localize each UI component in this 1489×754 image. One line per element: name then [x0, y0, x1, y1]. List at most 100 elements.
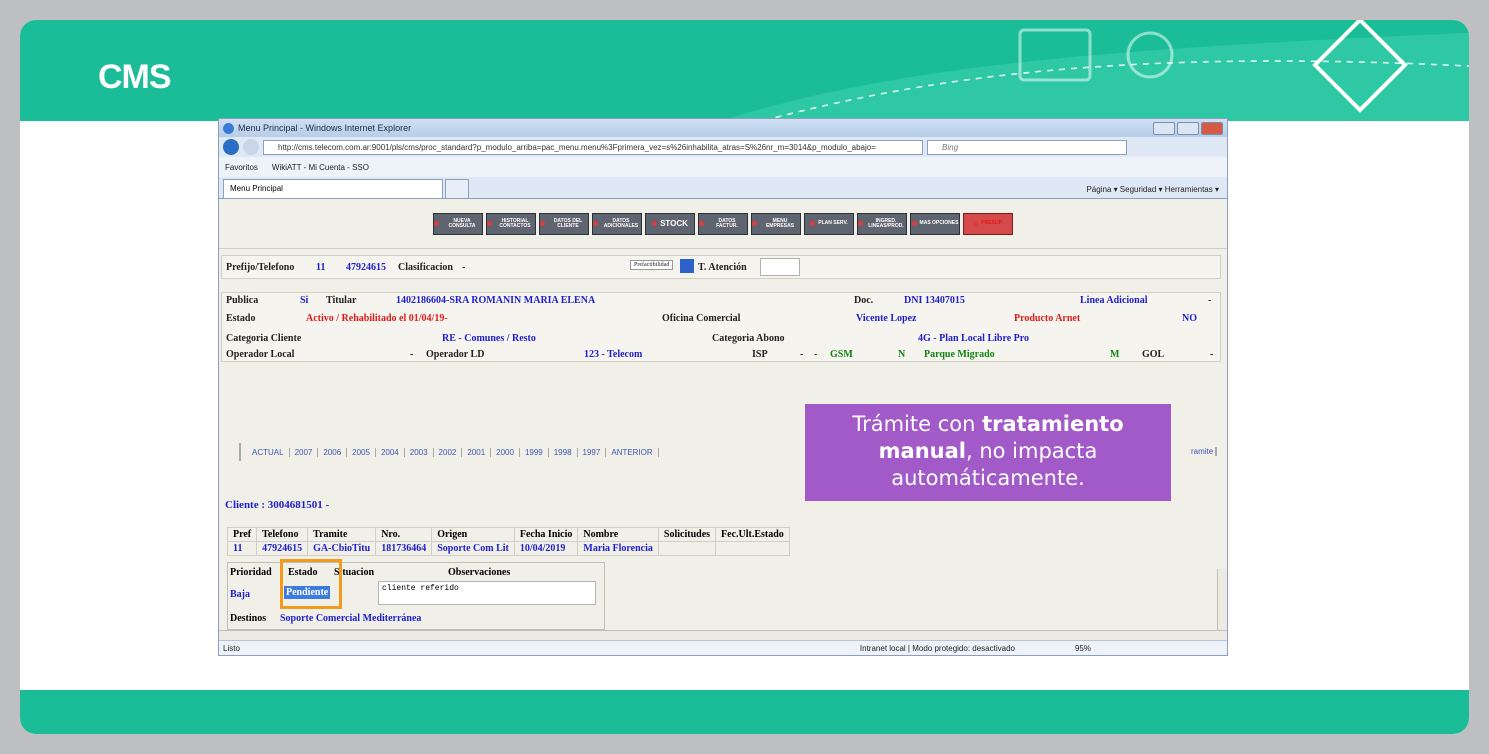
zone-text: Intranet local | Modo protegido: desacti… [859, 644, 1015, 653]
observaciones-textarea[interactable]: cliente referido [378, 581, 596, 605]
favorites-button[interactable]: Favoritos [225, 163, 258, 172]
destinos-value: Soporte Comercial Mediterránea [280, 613, 422, 624]
address-bar: http://cms.telecom.com.ar:9001/pls/cms/p… [219, 137, 1227, 157]
datos-cliente-button[interactable]: DATOS DEL CLIENTE [539, 212, 589, 235]
stock-button[interactable]: STOCK [645, 212, 695, 235]
year-tab[interactable]: 2001 [462, 447, 492, 457]
close-button[interactable] [1201, 121, 1223, 135]
historial-contactos-button[interactable]: HISTORIAL CONTACTOS [486, 212, 536, 235]
table-header: Solicitudes [657, 527, 717, 542]
op-ld-value: 123 - Telecom [584, 349, 643, 360]
table-header: Origen [431, 527, 515, 542]
atencion-label: T. Atención [698, 262, 747, 273]
telefono-value: 47924615 [346, 262, 386, 273]
tab-strip: Menu Principal Página ▾ Seguridad ▾ Herr… [219, 177, 1227, 199]
table-cell: 11 [226, 541, 258, 556]
footer-bar [20, 690, 1469, 734]
datos-adicionales-button[interactable]: DATOS ADICIONALES [592, 212, 642, 235]
linea-adicional-value: - [1208, 295, 1212, 306]
callout-text-1: Trámite con [852, 412, 983, 436]
abono-label: Categoria Abono [712, 333, 785, 344]
estado-value: Activo / Rehabilitado el 01/04/19- [306, 313, 448, 324]
plan-serv-button[interactable]: PLAN SERV. [804, 212, 854, 235]
decorative-wave [720, 20, 1469, 121]
doc-value: DNI 13407015 [904, 295, 965, 306]
table-cell: Maria Florencia [577, 541, 659, 556]
zoom-level[interactable]: 95% [1075, 644, 1091, 653]
table-cell: 181736464 [375, 541, 433, 556]
tramite-table: Pref Telefono Tramite Nro. Origen Fecha … [226, 527, 790, 556]
prioridad-label: Prioridad [230, 567, 272, 578]
doc-label: Doc. [854, 295, 874, 306]
table-header: Tramite [307, 527, 377, 542]
forward-button[interactable] [243, 139, 259, 155]
observaciones-label: Observaciones [448, 567, 511, 578]
gsm-value: N [898, 349, 906, 360]
table-header: Fec.Ult.Estado [715, 527, 790, 542]
mas-opciones-button[interactable]: MAS OPCIONES [910, 212, 960, 235]
table-cell: 10/04/2019 [513, 541, 579, 556]
browser-window: Menu Principal - Windows Internet Explor… [218, 118, 1228, 656]
estado-label: Estado [226, 313, 256, 324]
horizontal-scrollbar[interactable] [219, 630, 1227, 640]
op-local-label: Operador Local [226, 349, 295, 360]
year-tab[interactable]: ANTERIOR [606, 447, 659, 457]
phone-row: Prefijo/Telefono 11 47924615 Clasificaci… [221, 255, 1221, 279]
presup-button[interactable]: PRESUP. [963, 212, 1013, 235]
titular-value: 1402186604-SRA ROMANIN MARIA ELENA [396, 295, 596, 306]
client-title: Cliente : 3004681501 - [225, 499, 330, 511]
producto-arnet-value: NO [1182, 313, 1197, 324]
year-tab[interactable]: ACTUAL [247, 447, 290, 457]
year-tab[interactable]: 1997 [578, 447, 607, 457]
year-tab[interactable]: 2007 [290, 447, 319, 457]
tramite-link[interactable]: ramite [1191, 447, 1218, 456]
ie-icon [223, 122, 234, 134]
prefijo-value: 11 [316, 262, 326, 273]
year-tab[interactable]: 1998 [549, 447, 578, 457]
table-header: Telefono [256, 527, 309, 542]
datos-factur-button[interactable]: DATOS FACTUR. [698, 212, 748, 235]
year-tab[interactable]: 2006 [318, 447, 348, 457]
parque-label: Parque Migrado [924, 349, 995, 360]
new-tab-button[interactable] [445, 179, 469, 198]
gsm-label: GSM [830, 349, 853, 360]
year-tab[interactable]: 1999 [520, 447, 549, 457]
favorite-link-wikiatt[interactable]: WikiATT - Mi Cuenta - SSO [272, 163, 369, 172]
maximize-button[interactable] [1177, 121, 1199, 135]
year-tab[interactable]: 2000 [491, 447, 520, 457]
producto-arnet: Producto Arnet [1014, 313, 1081, 324]
table-cell [657, 541, 717, 556]
year-tab[interactable]: 2005 [347, 447, 376, 457]
table-header: Nombre [577, 527, 659, 542]
header-banner: CMS [20, 20, 1469, 121]
titular-label: Titular [326, 295, 357, 306]
callout-text-3: automáticamente. [891, 466, 1085, 490]
callout-bold-1: tratamiento [982, 412, 1124, 436]
table-cell: 47924615 [256, 541, 309, 556]
brand-logo: CMS [98, 58, 172, 96]
year-tab[interactable]: 2004 [376, 447, 405, 457]
year-tab[interactable]: 2003 [405, 447, 434, 457]
ingred-lineas-button[interactable]: INGRED. LINEAS/PROD. [857, 212, 907, 235]
gol-label: GOL [1142, 349, 1165, 360]
year-tab[interactable]: 2002 [434, 447, 463, 457]
menu-empresas-button[interactable]: MENU EMPRESAS [751, 212, 801, 235]
status-bar: Listo Intranet local | Modo protegido: d… [219, 640, 1227, 655]
table-row[interactable]: 11 47924615 GA-CbioTitu 181736464 Soport… [226, 541, 790, 556]
client-info-block: Publica Si Titular 1402186604-SRA ROMANI… [221, 292, 1221, 362]
atencion-input[interactable] [760, 258, 800, 276]
back-button[interactable] [223, 139, 239, 155]
table-cell: GA-CbioTitu [307, 541, 377, 556]
tab-menu-principal[interactable]: Menu Principal [223, 179, 443, 198]
isp-value: - [800, 349, 804, 360]
prefactibilidad-select[interactable]: Prefactibilidad [630, 260, 674, 270]
minimize-button[interactable] [1153, 121, 1175, 135]
search-input[interactable]: Bing [927, 139, 1127, 155]
callout-text-2: , no impacta [966, 439, 1098, 463]
go-arrow-icon[interactable] [680, 259, 694, 273]
nueva-consulta-button[interactable]: NUEVA CONSULTA [433, 212, 483, 235]
prioridad-value: Baja [230, 589, 250, 600]
command-bar[interactable]: Página ▾ Seguridad ▾ Herramientas ▾ [1086, 185, 1219, 194]
op-local-value: - [410, 349, 414, 360]
url-input[interactable]: http://cms.telecom.com.ar:9001/pls/cms/p… [263, 139, 923, 155]
